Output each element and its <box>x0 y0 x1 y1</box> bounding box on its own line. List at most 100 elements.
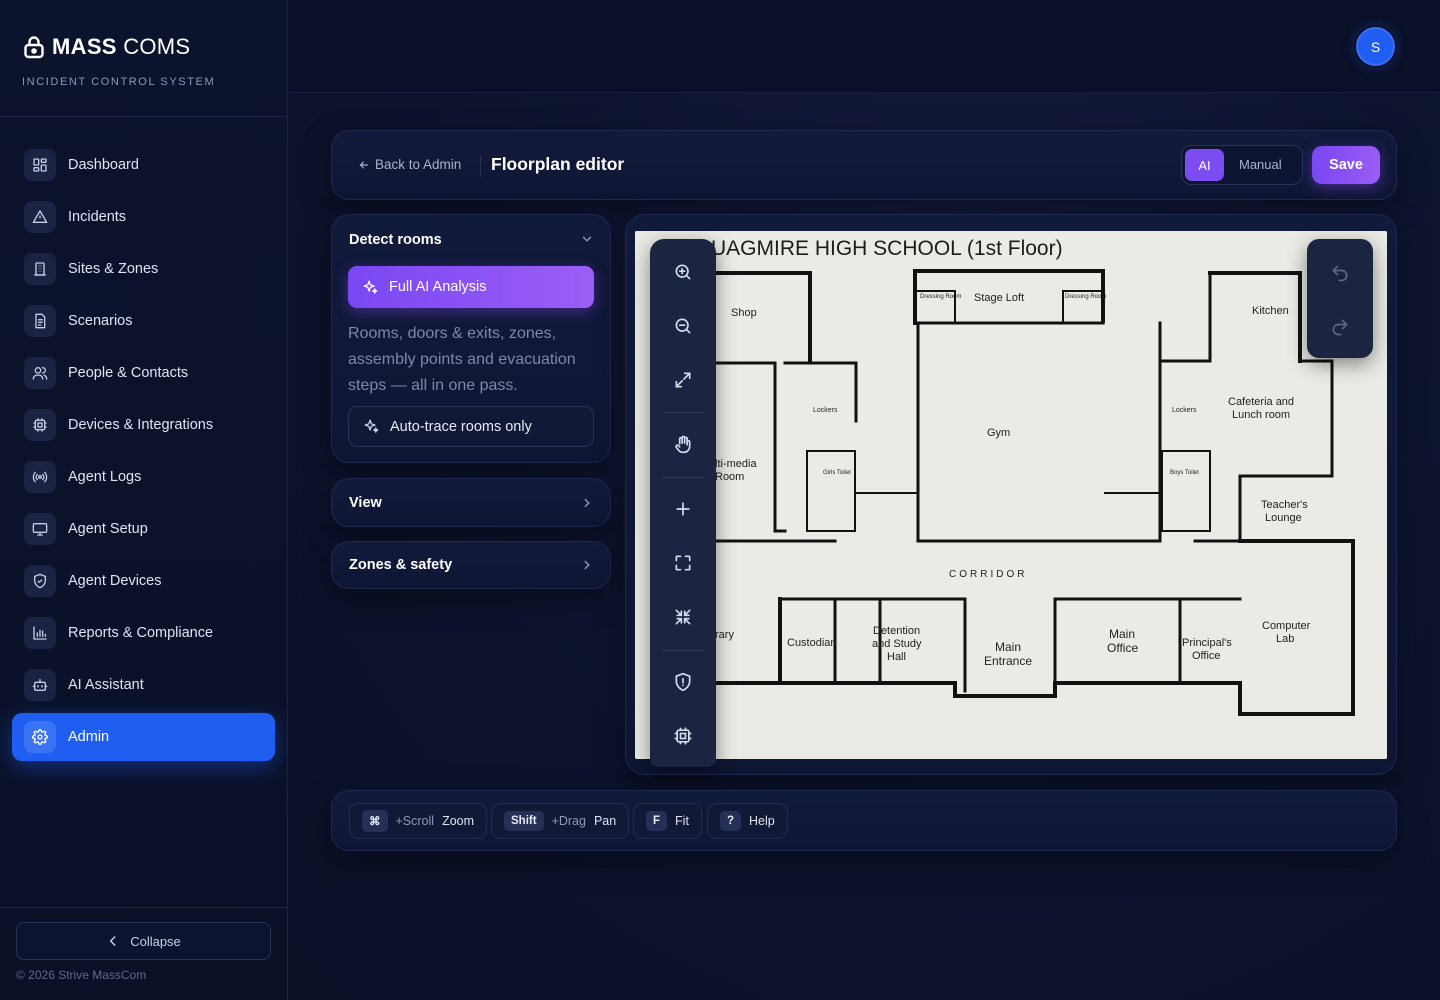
sidebar-bottom-divider <box>0 907 287 908</box>
sidebar-item-label: Agent Logs <box>68 469 142 485</box>
undo-icon[interactable] <box>1323 256 1357 290</box>
zones-safety-panel[interactable]: Zones & safety <box>331 541 611 589</box>
room-label: Lockers <box>1172 407 1197 414</box>
shortcut-action: Zoom <box>442 814 475 828</box>
save-button[interactable]: Save <box>1312 146 1380 184</box>
room-label: Dressing Room <box>920 294 961 300</box>
room-label: and Study <box>872 638 922 650</box>
zones-safety-title: Zones & safety <box>349 557 453 573</box>
tool-rail <box>650 239 716 767</box>
shortcut-key: F <box>646 811 668 831</box>
back-to-admin-link[interactable]: Back to Admin <box>358 157 461 172</box>
sidebar-item-agent-devices[interactable]: Agent Devices <box>12 557 275 605</box>
floorplan-title: UAGMIRE HIGH SCHOOL (1st Floor) <box>711 237 1063 260</box>
floorplan-canvas[interactable]: Shop Stage Loft Dressing Room Dressing R… <box>635 231 1387 759</box>
shortcut-modifier: +Scroll <box>395 814 435 828</box>
chevron-down-icon[interactable] <box>580 232 594 246</box>
expand-icon[interactable] <box>666 363 700 397</box>
redo-icon[interactable] <box>1323 310 1357 344</box>
brand-subtitle: INCIDENT CONTROL SYSTEM <box>22 76 216 88</box>
shield-check-icon <box>24 565 56 597</box>
room-label: Office <box>1107 641 1138 655</box>
shortcut-modifier: +Drag <box>551 814 586 828</box>
plus-icon[interactable] <box>666 492 700 526</box>
sidebar-item-sites-zones[interactable]: Sites & Zones <box>12 245 275 293</box>
shrink-icon[interactable] <box>666 600 700 634</box>
sidebar-item-scenarios[interactable]: Scenarios <box>12 297 275 345</box>
collapse-label: Collapse <box>130 933 181 949</box>
sidebar-item-incidents[interactable]: Incidents <box>12 193 275 241</box>
chip-icon <box>24 409 56 441</box>
room-label: Kitchen <box>1252 305 1289 317</box>
bar-chart-icon <box>24 617 56 649</box>
shortcut-key: ? <box>720 811 742 831</box>
detect-rooms-title[interactable]: Detect rooms <box>349 232 442 248</box>
sidebar-item-people-contacts[interactable]: People & Contacts <box>12 349 275 397</box>
topbar: S <box>288 0 1440 93</box>
sidebar-item-devices-integrations[interactable]: Devices & Integrations <box>12 401 275 449</box>
full-ai-analysis-button[interactable]: Full AI Analysis <box>348 266 594 308</box>
sidebar-item-agent-logs[interactable]: Agent Logs <box>12 453 275 501</box>
room-label: Computer <box>1262 620 1311 632</box>
auto-trace-button[interactable]: Auto-trace rooms only <box>348 406 594 447</box>
room-label: Hall <box>887 651 906 663</box>
sparkle-icon <box>362 279 379 296</box>
sidebar-item-label: Devices & Integrations <box>68 417 214 433</box>
brand[interactable]: MASS COMS INCIDENT CONTROL SYSTEM <box>22 34 215 88</box>
collapse-button[interactable]: Collapse <box>16 922 271 960</box>
sidebar-item-ai-assistant[interactable]: AI Assistant <box>12 661 275 709</box>
room-label: Boys Toilet <box>1170 470 1199 476</box>
sidebar-item-label: Scenarios <box>68 313 133 329</box>
chevron-left-icon <box>106 934 120 948</box>
view-panel[interactable]: View <box>331 478 611 527</box>
robot-icon <box>24 669 56 701</box>
main-content: Back to Admin Floorplan editor AI Manual… <box>288 93 1440 1000</box>
avatar[interactable]: S <box>1356 27 1395 66</box>
room-label: Detention <box>873 625 920 637</box>
room-label: Principal's <box>1182 637 1232 649</box>
auto-trace-label: Auto-trace rooms only <box>390 418 532 435</box>
hand-pan-icon[interactable] <box>666 427 700 461</box>
shortcut-key: ⌘ <box>362 810 388 832</box>
chevron-right-icon <box>580 558 594 572</box>
header-separator <box>480 155 481 177</box>
back-label: Back to Admin <box>375 157 462 172</box>
zoom-out-icon[interactable] <box>666 309 700 343</box>
room-label: Entrance <box>984 654 1032 668</box>
room-label: Room <box>715 471 744 483</box>
mode-manual-button[interactable]: Manual <box>1239 157 1282 172</box>
sidebar-item-agent-setup[interactable]: Agent Setup <box>12 505 275 553</box>
brand-title: MASS COMS <box>52 34 191 59</box>
view-title: View <box>349 495 382 511</box>
floorplan-image: Shop Stage Loft Dressing Room Dressing R… <box>635 231 1387 759</box>
room-label: Lounge <box>1265 512 1302 524</box>
full-ai-label: Full AI Analysis <box>389 279 487 295</box>
sidebar-item-label: Agent Devices <box>68 573 162 589</box>
chip-icon[interactable] <box>666 719 700 753</box>
sidebar-item-label: Admin <box>68 729 110 745</box>
room-label: Girls Toilet <box>823 470 851 476</box>
users-icon <box>24 357 56 389</box>
shortcut-action: Fit <box>675 814 689 828</box>
sidebar-item-label: AI Assistant <box>68 677 144 693</box>
room-label: Stage Loft <box>974 292 1024 304</box>
room-label: Lab <box>1276 633 1294 645</box>
room-label: CORRIDOR <box>949 569 1027 580</box>
sidebar-item-label: Reports & Compliance <box>68 625 214 641</box>
shortcut-help[interactable]: ? Help <box>707 803 788 839</box>
sidebar-item-admin[interactable]: Admin <box>12 713 275 761</box>
shortcut-key: Shift <box>504 811 544 831</box>
shortcut-bar: ⌘ +Scroll Zoom Shift +Drag Pan F Fit ? H… <box>331 790 1397 851</box>
fit-frame-icon[interactable] <box>666 546 700 580</box>
sidebar-item-dashboard[interactable]: Dashboard <box>12 141 275 189</box>
tool-separator <box>662 477 704 478</box>
sidebar-item-label: People & Contacts <box>68 365 189 381</box>
chevron-right-icon <box>580 496 594 510</box>
mode-ai-button[interactable]: AI <box>1185 149 1224 181</box>
zoom-in-icon[interactable] <box>666 255 700 289</box>
shield-alert-icon[interactable] <box>666 665 700 699</box>
floorplan-canvas-panel: Shop Stage Loft Dressing Room Dressing R… <box>625 214 1397 775</box>
sidebar-item-reports-compliance[interactable]: Reports & Compliance <box>12 609 275 657</box>
sidebar-divider <box>0 116 287 117</box>
mode-toggle: AI Manual <box>1181 145 1303 185</box>
